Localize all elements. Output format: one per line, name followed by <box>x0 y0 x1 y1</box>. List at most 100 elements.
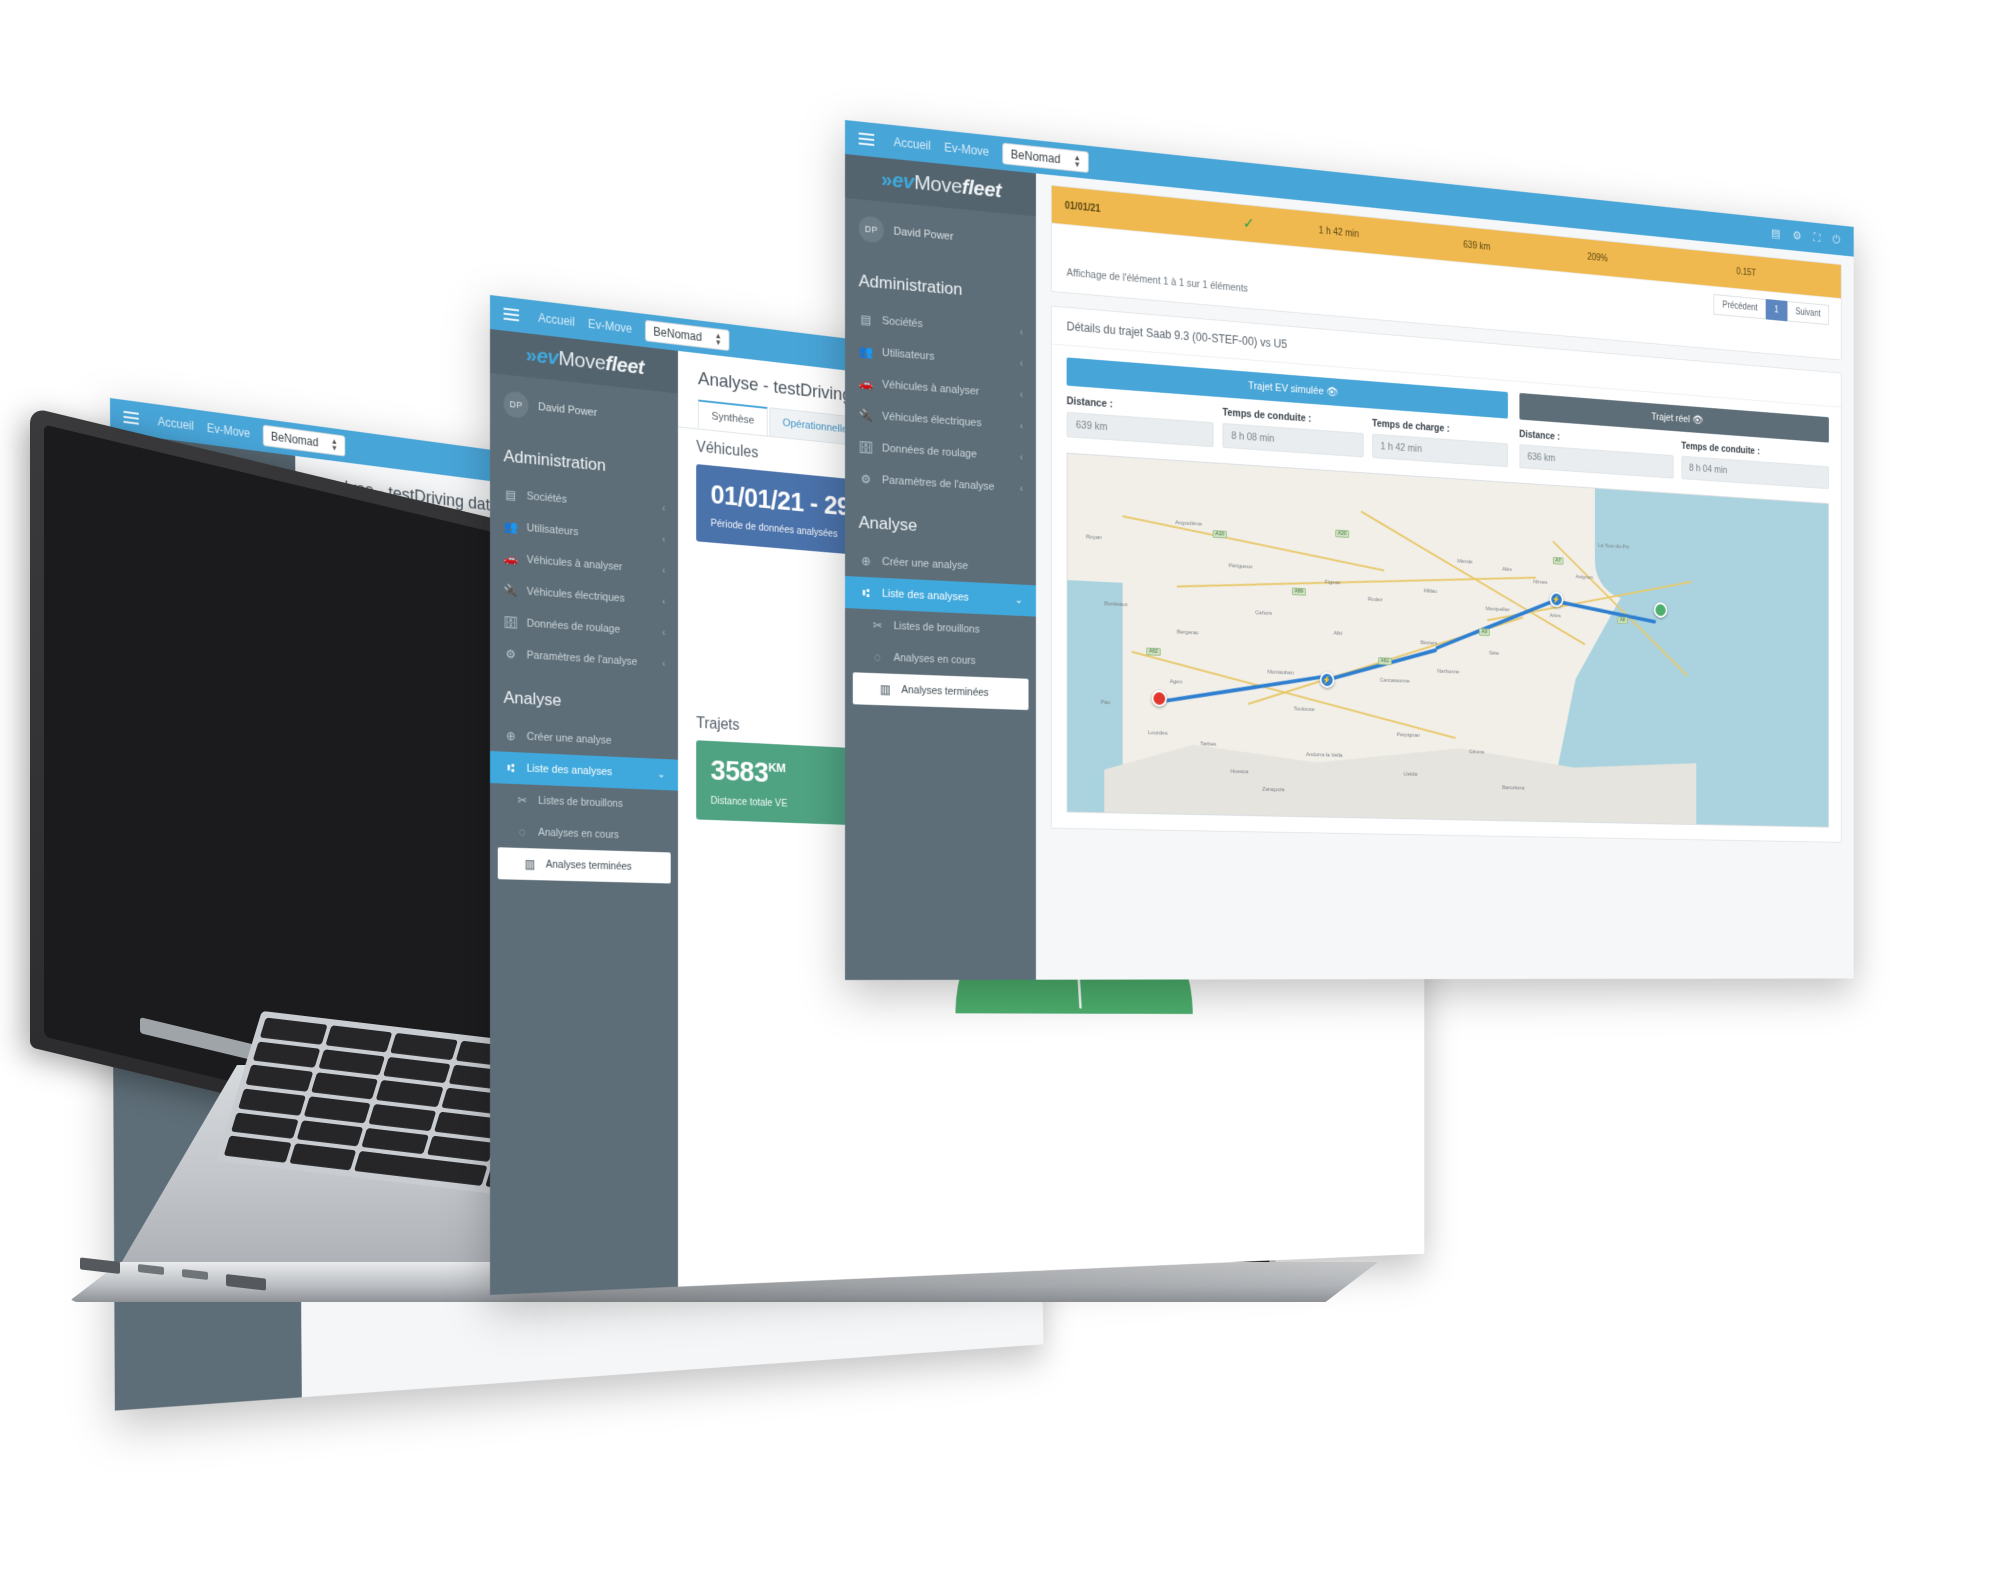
nav-accueil[interactable]: Accueil <box>538 311 575 329</box>
sidebar-item-label: Créer une analyse <box>526 730 612 747</box>
ev-car-icon: 🔌 <box>124 687 140 703</box>
chevron-left-icon: ‹ <box>662 658 666 670</box>
content-front: 01/01/21 ✓ 1 h 42 min 639 km 209% 0.15T … <box>1035 173 1854 980</box>
route-map[interactable]: ⚡ ⚡ Royan Angoulême Périgueux Bordeaux B… <box>1066 452 1829 828</box>
sidebar-front[interactable]: »evMovefleet DP David Power Administrati… <box>845 154 1036 980</box>
field-distance-sim: Distance : 639 km <box>1066 395 1214 448</box>
end-pin[interactable] <box>1653 602 1668 619</box>
brand-move: Move <box>177 450 225 480</box>
hamburger-icon[interactable] <box>118 407 145 428</box>
sidebar-item-label: Paramètres de l'analyse <box>881 474 995 494</box>
avatar: DP <box>123 493 149 523</box>
users-icon: 👥 <box>858 344 874 360</box>
map-label: Avignon <box>1575 574 1593 581</box>
sidebar-section-analyse: Analyse <box>125 792 183 815</box>
elements-label: éléments <box>405 892 442 906</box>
eye-icon[interactable]: 👁 <box>1692 415 1703 427</box>
nav-evmove[interactable]: Ev-Move <box>207 421 250 440</box>
eye-icon[interactable]: 👁 <box>1326 386 1338 398</box>
database-icon: 🗄 <box>858 439 874 455</box>
sidebar-item-label: Véhicules électriques <box>147 689 245 710</box>
chevron-updown-icon: ⇅ <box>387 892 395 903</box>
gears-icon: ⚙ <box>127 751 138 767</box>
spinner-icon: ◌ <box>518 824 526 840</box>
fullscreen-icon[interactable]: ⛶ <box>1814 231 1821 246</box>
topbar-actions[interactable]: ▤ ⚙ ⛶ ⏻ <box>1771 226 1848 248</box>
page-size-select-2[interactable]: 10 ⇅ <box>366 888 400 906</box>
company-select[interactable]: BeNomad ▲ ▼ <box>262 424 346 457</box>
panel-trip-details: Détails du trajet Saab 9.3 (00-STEF-00) … <box>1050 305 1842 843</box>
chevron-down-icon: ⌄ <box>278 873 286 886</box>
brand-dart-icon: » <box>145 446 157 471</box>
cell-plaque: AA-000-AA <box>315 943 492 977</box>
start-pin[interactable] <box>1151 690 1167 707</box>
brand-fleet: fleet <box>961 175 1002 203</box>
pagination-next[interactable]: Suivant <box>1787 301 1829 326</box>
sidebar-item-label: Listes de brouillons <box>160 900 245 916</box>
sidebar-item-analyses-terminees[interactable]: ▥ Analyses terminées <box>120 954 292 990</box>
cell-plaque: EE-001-DD <box>315 973 492 1005</box>
sidebar-item-label: Analyses terminées <box>545 858 632 873</box>
user-name: David Power <box>538 401 598 420</box>
plus-circle-icon: ⊕ <box>861 553 871 569</box>
afficher-label: Afficher <box>327 601 359 616</box>
building-icon: ▤ <box>860 312 872 328</box>
sidebar-item-label: Véhicules à analyser <box>526 553 623 574</box>
col-plaque[interactable]: Plaque d'immatriculation du véhicule <box>315 914 492 949</box>
company-select[interactable]: BeNomad ▲ ▼ <box>645 319 730 352</box>
chevron-updown-icon: ▲ ▼ <box>714 331 722 348</box>
page-size-select[interactable]: 10 ⇅ <box>364 602 398 622</box>
sidebar-item-analyses-terminees[interactable]: ▥ Analyses terminées <box>497 847 671 884</box>
map-label: Lourdes <box>1148 730 1168 737</box>
car-icon: 🚗 <box>124 655 140 671</box>
nav-accueil[interactable]: Accueil <box>158 414 194 433</box>
sidebar-item-label: Analyses en cours <box>538 826 619 842</box>
window-trip-details[interactable]: Accueil Ev-Move BeNomad ▲ ▼ ▤ ⚙ ⛶ ⏻ »evMo… <box>845 120 1854 980</box>
scissors-icon: ✂ <box>517 793 528 808</box>
chevron-down-icon: ⌄ <box>657 768 666 780</box>
sitemap-icon: ⑆ <box>129 866 137 881</box>
logout-icon[interactable]: ⏻ <box>1832 233 1840 248</box>
map-label: Tarbes <box>1200 741 1217 748</box>
hamburger-icon[interactable] <box>853 129 880 150</box>
pagination-page-1[interactable]: 1 <box>1765 299 1788 322</box>
user-name: David Power <box>893 225 954 243</box>
nav-evmove[interactable]: Ev-Move <box>944 140 989 158</box>
map-label: Montauban <box>1267 669 1294 677</box>
map-label: Nîmes <box>1533 579 1548 586</box>
chart-bar-icon: ▥ <box>879 682 891 697</box>
ev-car-icon: 🔌 <box>503 583 518 599</box>
settings-icon[interactable]: ⚙ <box>1793 228 1802 243</box>
sidebar-item-analyses-en-cours[interactable]: ◌ Analyses en cours <box>113 922 299 959</box>
sidebar-mid[interactable]: »evMovefleet DP David Power Administrati… <box>490 329 678 1295</box>
waypoint-pin-2[interactable]: ⚡ <box>1549 591 1564 608</box>
chevron-down-icon: ⌄ <box>1015 594 1023 606</box>
sidebar-item-label: Données de roulage <box>526 617 621 636</box>
waypoint-pin-1[interactable]: ⚡ <box>1319 671 1335 689</box>
map-label: Perpignan <box>1396 732 1420 739</box>
server-icon[interactable]: ▤ <box>1771 226 1780 241</box>
chevron-updown-icon: ▲ ▼ <box>1073 152 1081 170</box>
nav-accueil[interactable]: Accueil <box>894 135 931 153</box>
elements-label: éléments <box>403 608 440 624</box>
sidebar-item-label: Utilisateurs <box>881 346 935 363</box>
sidebar-back[interactable]: »evMovefleet DP David Power Administrati… <box>110 432 302 1411</box>
map-label: Alès <box>1502 566 1512 573</box>
map-label: Huesca <box>1230 769 1249 776</box>
nav-evmove[interactable]: Ev-Move <box>588 317 632 336</box>
company-select-value: BeNomad <box>653 324 702 345</box>
database-icon: 🗄 <box>125 719 140 735</box>
field-conduite-sim: Temps de conduite : 8 h 08 min <box>1222 407 1364 458</box>
sidebar-item-analyses-terminees[interactable]: ▥ Analyses terminées <box>852 672 1029 711</box>
sidebar-item-label: Listes de brouillons <box>538 794 623 810</box>
chevron-left-icon: ‹ <box>281 762 285 774</box>
trajet-simule-label: Trajet EV simulée <box>1248 380 1324 398</box>
map-label: Périgueux <box>1228 563 1253 571</box>
pagination-prev[interactable]: Précédent <box>1713 294 1766 320</box>
building-icon: ▤ <box>126 591 138 607</box>
company-select[interactable]: BeNomad ▲ ▼ <box>1002 142 1090 174</box>
map-label: Rodez <box>1367 596 1383 604</box>
sidebar-item-listes-de-brouillons[interactable]: ✂ Listes de brouillons <box>112 889 298 927</box>
brand-ev: ev <box>156 447 178 474</box>
hamburger-icon[interactable] <box>498 304 525 325</box>
